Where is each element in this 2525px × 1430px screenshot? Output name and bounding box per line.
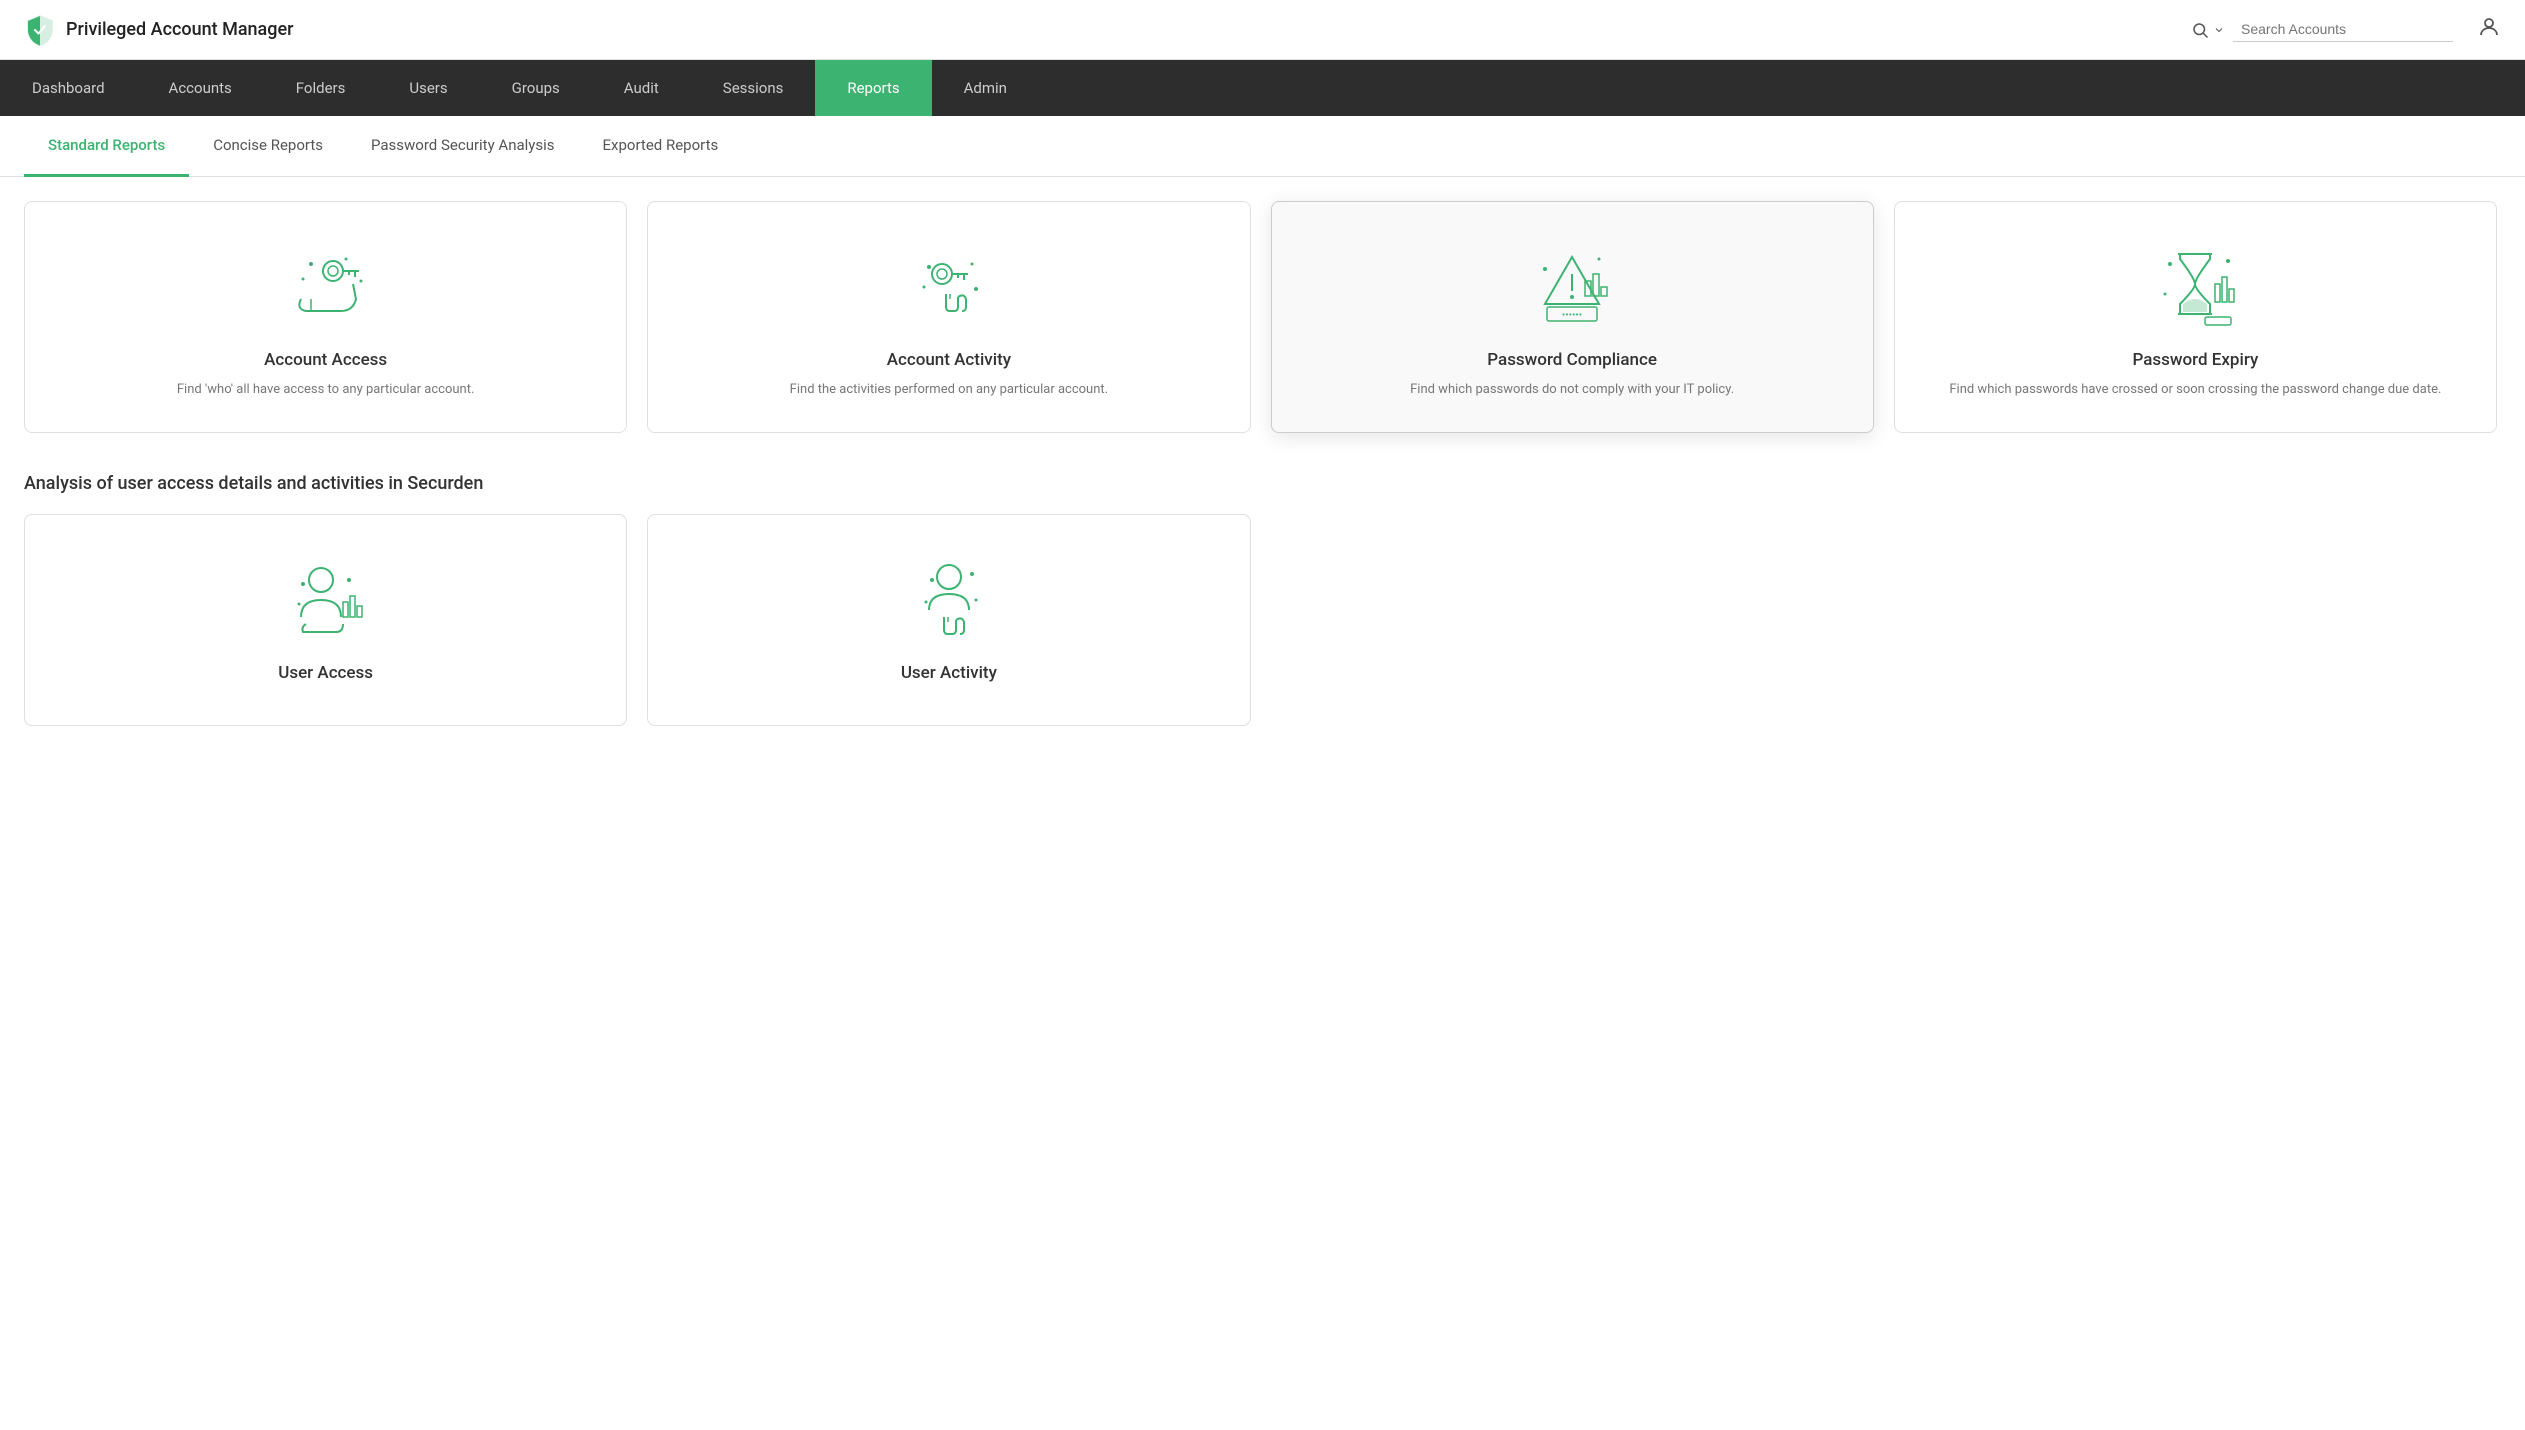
app-title: Privileged Account Manager — [66, 19, 293, 40]
logo-area: Privileged Account Manager — [24, 14, 293, 46]
tab-concise-reports[interactable]: Concise Reports — [189, 116, 347, 177]
nav-item-users[interactable]: Users — [377, 60, 479, 116]
card-password-expiry-desc: Find which passwords have crossed or soo… — [1949, 380, 2441, 400]
nav-item-folders[interactable]: Folders — [264, 60, 378, 116]
card-account-activity[interactable]: Account Activity Find the activities per… — [647, 201, 1250, 433]
card-account-access-title: Account Access — [264, 350, 387, 370]
nav-item-accounts[interactable]: Accounts — [137, 60, 264, 116]
card-account-activity-title: Account Activity — [887, 350, 1011, 370]
main-content: Account Access Find 'who' all have acces… — [0, 177, 2525, 750]
chevron-down-icon — [2213, 24, 2225, 36]
account-icon — [2477, 15, 2501, 39]
card-password-compliance-desc: Find which passwords do not comply with … — [1410, 380, 1734, 400]
card-account-activity-desc: Find the activities performed on any par… — [790, 380, 1108, 400]
tabs-bar: Standard Reports Concise Reports Passwor… — [0, 116, 2525, 177]
card-user-activity-icon — [904, 547, 994, 647]
nav-item-sessions[interactable]: Sessions — [691, 60, 816, 116]
tab-exported-reports[interactable]: Exported Reports — [579, 116, 743, 177]
search-input[interactable] — [2233, 17, 2453, 42]
standard-reports-cards: Account Access Find 'who' all have acces… — [24, 201, 2501, 433]
nav-item-admin[interactable]: Admin — [932, 60, 1039, 116]
logo-icon — [24, 14, 56, 46]
section2-heading: Analysis of user access details and acti… — [24, 473, 2501, 494]
card-account-access-icon — [281, 234, 371, 334]
card-password-expiry-icon — [2150, 234, 2240, 334]
card-user-access-icon — [281, 547, 371, 647]
search-icon — [2191, 21, 2209, 39]
card-user-access-title: User Access — [278, 663, 373, 683]
card-password-expiry-title: Password Expiry — [2132, 350, 2258, 370]
card-account-access[interactable]: Account Access Find 'who' all have acces… — [24, 201, 627, 433]
nav-bar: Dashboard Accounts Folders Users Groups … — [0, 60, 2525, 116]
card-user-activity[interactable]: User Activity — [647, 514, 1250, 726]
search-area — [2191, 15, 2501, 44]
card-password-expiry[interactable]: Password Expiry Find which passwords hav… — [1894, 201, 2497, 433]
card-account-activity-icon — [904, 234, 994, 334]
nav-item-dashboard[interactable]: Dashboard — [0, 60, 137, 116]
user-icon[interactable] — [2477, 15, 2501, 44]
nav-item-reports[interactable]: Reports — [815, 60, 931, 116]
card-password-compliance-icon: •••••• — [1527, 234, 1617, 334]
nav-item-groups[interactable]: Groups — [480, 60, 592, 116]
top-bar: Privileged Account Manager — [0, 0, 2525, 60]
search-toggle[interactable] — [2191, 21, 2225, 39]
card-user-activity-title: User Activity — [901, 663, 997, 683]
card-password-compliance-title: Password Compliance — [1487, 350, 1657, 370]
user-reports-cards: User Access — [24, 514, 2501, 726]
tab-standard-reports[interactable]: Standard Reports — [24, 116, 189, 177]
nav-item-audit[interactable]: Audit — [592, 60, 691, 116]
svg-text:••••••: •••••• — [1562, 310, 1582, 321]
card-account-access-desc: Find 'who' all have access to any partic… — [177, 380, 475, 400]
card-user-access[interactable]: User Access — [24, 514, 627, 726]
card-password-compliance[interactable]: •••••• Password Compliance Find which pa… — [1271, 201, 1874, 433]
tab-password-security[interactable]: Password Security Analysis — [347, 116, 579, 177]
